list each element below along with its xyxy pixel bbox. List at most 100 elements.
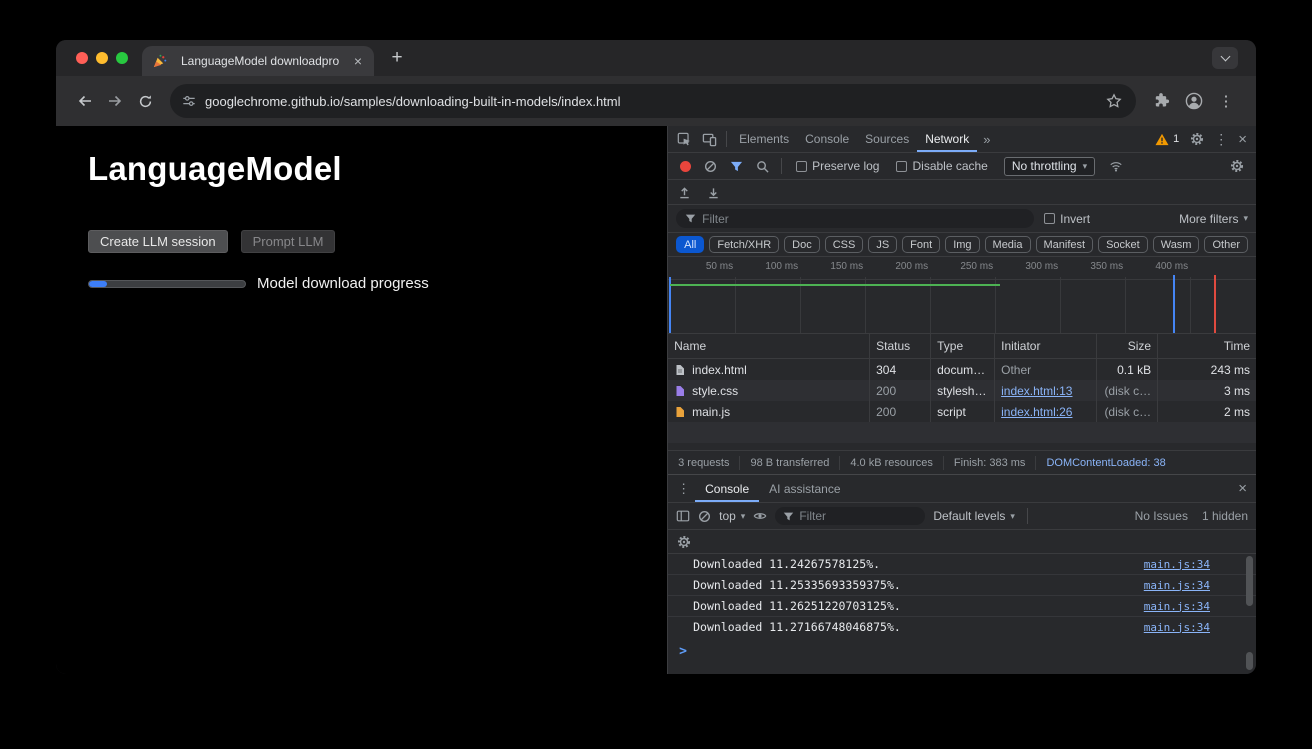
network-filter-box[interactable]	[676, 209, 1034, 228]
devtools-tab-network[interactable]: Network	[917, 126, 977, 152]
column-header-time[interactable]: Time	[1158, 334, 1256, 358]
progress-fill	[89, 281, 107, 287]
drawer-close-button[interactable]: ×	[1233, 475, 1252, 502]
console-message-source-link[interactable]: main.js:34	[1144, 600, 1210, 613]
initiator-link[interactable]: index.html:13	[1001, 384, 1072, 398]
devtools-settings-button[interactable]	[1185, 126, 1209, 152]
initiator-link[interactable]: index.html:26	[1001, 405, 1072, 419]
column-header-name[interactable]: Name	[668, 334, 870, 358]
chip-js[interactable]: JS	[868, 236, 897, 253]
search-button[interactable]	[751, 153, 774, 179]
drawer-scrollbar-thumb[interactable]	[1246, 652, 1253, 670]
chip-socket[interactable]: Socket	[1098, 236, 1148, 253]
throttling-select[interactable]: No throttling ▾	[1004, 157, 1095, 176]
drawer-menu-button[interactable]: ⋮	[672, 475, 695, 502]
browser-menu-button[interactable]: ⋮	[1210, 86, 1242, 116]
record-network-log-button[interactable]	[680, 161, 691, 172]
clear-network-log-button[interactable]	[699, 153, 722, 179]
chip-css[interactable]: CSS	[825, 236, 864, 253]
warning-icon	[1155, 133, 1169, 146]
chip-font[interactable]: Font	[902, 236, 940, 253]
chip-img[interactable]: Img	[945, 236, 979, 253]
console-context-selector[interactable]: top ▾	[719, 509, 745, 523]
console-settings-button[interactable]	[677, 535, 691, 549]
request-time: 243 ms	[1158, 359, 1256, 380]
address-bar[interactable]: googlechrome.github.io/samples/downloadi…	[170, 84, 1136, 118]
disable-cache-checkbox[interactable]	[896, 161, 907, 172]
context-value: top	[719, 509, 736, 523]
create-llm-session-button[interactable]: Create LLM session	[88, 230, 228, 253]
new-tab-button[interactable]: +	[384, 47, 410, 69]
request-name: index.html	[692, 363, 747, 377]
devtools-close-button[interactable]: ×	[1233, 126, 1252, 152]
devtools-tab-sources[interactable]: Sources	[857, 126, 917, 152]
console-message-source-link[interactable]: main.js:34	[1144, 579, 1210, 592]
issues-status[interactable]: No Issues	[1135, 509, 1188, 523]
chip-other[interactable]: Other	[1204, 236, 1248, 253]
chip-doc[interactable]: Doc	[784, 236, 820, 253]
clear-console-button[interactable]	[698, 510, 711, 523]
drawer-tab-console[interactable]: Console	[695, 475, 759, 502]
console-message-source-link[interactable]: main.js:34	[1144, 621, 1210, 634]
console-prompt[interactable]: >	[668, 637, 1256, 674]
close-window-button[interactable]	[76, 52, 88, 64]
browser-window: LanguageModel downloadpro × + googlechro…	[56, 40, 1256, 674]
browser-tab[interactable]: LanguageModel downloadpro ×	[142, 46, 374, 76]
console-message-source-link[interactable]: main.js:34	[1144, 558, 1210, 571]
forward-button[interactable]	[100, 86, 130, 116]
request-status: 200	[870, 401, 931, 422]
extensions-button[interactable]	[1146, 86, 1178, 116]
tab-close-button[interactable]: ×	[352, 54, 364, 68]
reload-button[interactable]	[130, 86, 160, 116]
filter-toggle-button[interactable]	[725, 153, 748, 179]
tab-search-button[interactable]	[1212, 47, 1238, 69]
column-header-initiator[interactable]: Initiator	[995, 334, 1097, 358]
invert-checkbox[interactable]	[1044, 213, 1055, 224]
chip-all[interactable]: All	[676, 236, 704, 253]
live-expression-button[interactable]	[753, 509, 767, 523]
site-info-icon[interactable]	[182, 94, 196, 108]
device-toolbar-button[interactable]	[697, 126, 722, 152]
chip-wasm[interactable]: Wasm	[1153, 236, 1200, 253]
column-header-status[interactable]: Status	[870, 334, 931, 358]
chip-fetch-xhr[interactable]: Fetch/XHR	[709, 236, 779, 253]
issues-warning-badge[interactable]: 1	[1149, 133, 1185, 146]
console-message: Downloaded 11.25335693359375%. main.js:3…	[668, 575, 1256, 596]
console-message-text: Downloaded 11.27166748046875%.	[693, 620, 901, 634]
chip-manifest[interactable]: Manifest	[1036, 236, 1094, 253]
more-filters-dropdown[interactable]: More filters ▾	[1179, 212, 1248, 226]
table-row[interactable]: style.css 200 stylesh… index.html:13 (di…	[668, 380, 1256, 401]
bookmark-star-button[interactable]	[1098, 86, 1130, 116]
devtools-menu-button[interactable]: ⋮	[1209, 126, 1233, 152]
preserve-log-checkbox[interactable]	[796, 161, 807, 172]
network-settings-button[interactable]	[1225, 153, 1249, 179]
ruler-tick: 200 ms	[870, 261, 928, 272]
chip-media[interactable]: Media	[985, 236, 1031, 253]
log-levels-dropdown[interactable]: Default levels ▾	[933, 509, 1015, 523]
table-row[interactable]: index.html 304 docum… Other 0.1 kB 243 m…	[668, 359, 1256, 380]
inspect-element-button[interactable]	[672, 126, 697, 152]
network-overview[interactable]: 50 ms 100 ms 150 ms 200 ms 250 ms 300 ms…	[668, 257, 1256, 334]
maximize-window-button[interactable]	[116, 52, 128, 64]
console-sidebar-button[interactable]	[676, 509, 690, 523]
import-har-button[interactable]	[678, 186, 691, 199]
console-scrollbar-thumb[interactable]	[1246, 556, 1253, 606]
devtools-tab-elements[interactable]: Elements	[731, 126, 797, 152]
export-har-button[interactable]	[707, 186, 720, 199]
drawer-tab-ai-assistance[interactable]: AI assistance	[759, 475, 850, 502]
prompt-llm-button[interactable]: Prompt LLM	[241, 230, 336, 253]
column-header-size[interactable]: Size	[1097, 334, 1158, 358]
minimize-window-button[interactable]	[96, 52, 108, 64]
table-row[interactable]: main.js 200 script index.html:26 (disk c…	[668, 401, 1256, 422]
network-filter-input[interactable]	[702, 212, 1025, 226]
network-conditions-button[interactable]	[1104, 153, 1128, 179]
column-header-type[interactable]: Type	[931, 334, 995, 358]
profile-avatar-button[interactable]	[1178, 86, 1210, 116]
back-button[interactable]	[70, 86, 100, 116]
devtools-tab-console[interactable]: Console	[797, 126, 857, 152]
console-filter-input[interactable]	[799, 509, 917, 523]
more-panels-button[interactable]: »	[977, 132, 996, 147]
tab-strip: LanguageModel downloadpro × +	[56, 40, 1256, 76]
dom-content-loaded-time: DOMContentLoaded: 38	[1036, 456, 1175, 470]
console-filter-box[interactable]	[775, 507, 925, 525]
